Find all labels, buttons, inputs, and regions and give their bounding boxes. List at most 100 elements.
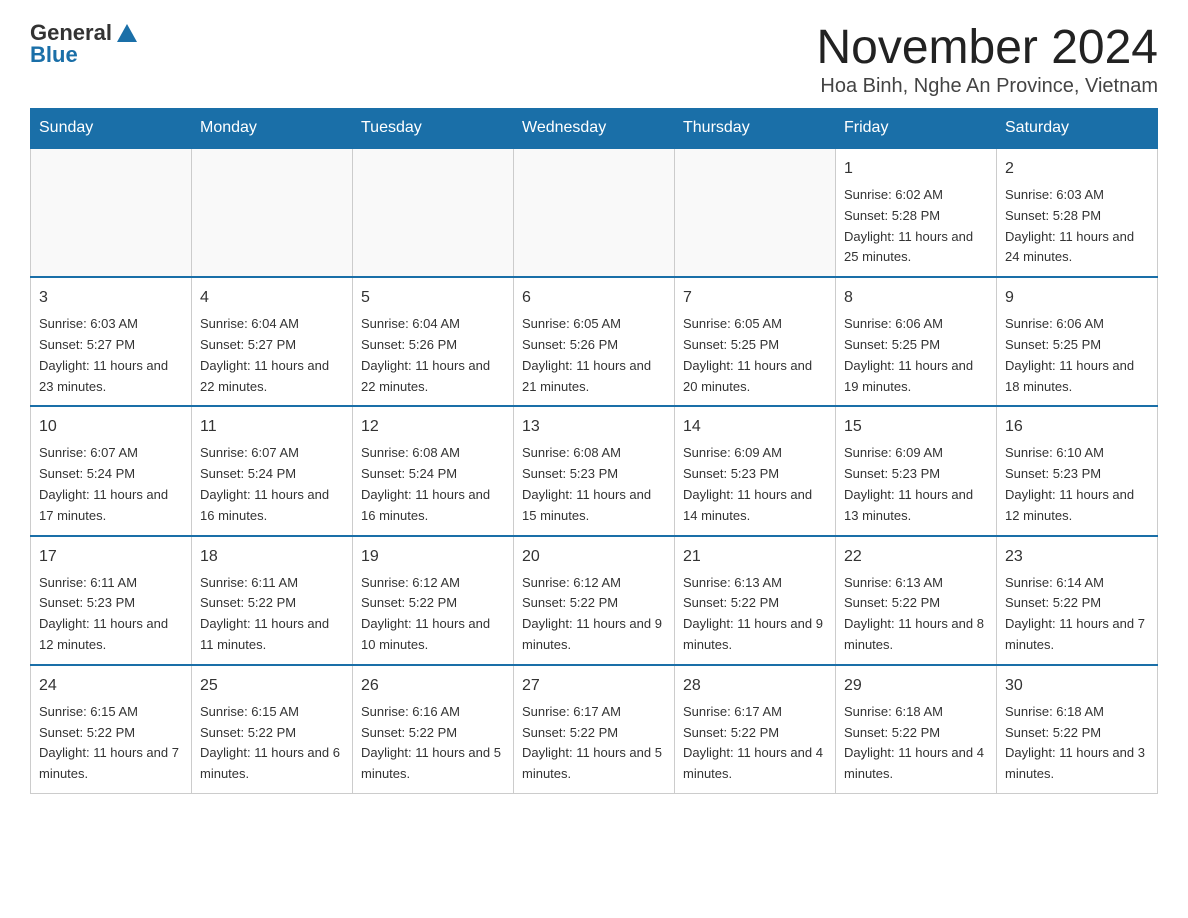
calendar-cell: 14Sunrise: 6:09 AMSunset: 5:23 PMDayligh… [675, 406, 836, 535]
day-number: 18 [200, 545, 344, 569]
day-number: 24 [39, 674, 183, 698]
calendar-cell: 16 Sunrise: 6:10 AMSunset: 5:23 PMDayligh… [997, 406, 1158, 535]
calendar-cell: 25 Sunrise: 6:15 AMSunset: 5:22 PMDayligh… [192, 665, 353, 794]
day-info: Sunrise: 6:02 AMSunset: 5:28 PMDaylight:… [844, 185, 988, 268]
day-of-week-header: Sunday [31, 109, 192, 149]
day-info: Sunrise: 6:07 AMSunset: 5:24 PMDaylight:… [39, 443, 183, 526]
day-info: Sunrise: 6:13 AMSunset: 5:22 PMDaylight:… [683, 573, 827, 656]
day-info: Sunrise: 6:12 AMSunset: 5:22 PMDaylight:… [522, 573, 666, 656]
day-number: 29 [844, 674, 988, 698]
calendar-body: 1 Sunrise: 6:02 AMSunset: 5:28 PMDaylight… [31, 148, 1158, 793]
calendar-cell: 1 Sunrise: 6:02 AMSunset: 5:28 PMDaylight… [836, 148, 997, 277]
calendar-week-row: 17Sunrise: 6:11 AMSunset: 5:23 PMDayligh… [31, 536, 1158, 665]
day-of-week-header: Thursday [675, 109, 836, 149]
calendar-cell: 10 Sunrise: 6:07 AMSunset: 5:24 PMDayligh… [31, 406, 192, 535]
day-number: 17 [39, 545, 183, 569]
day-number: 10 [39, 415, 183, 439]
day-info: Sunrise: 6:12 AMSunset: 5:22 PMDaylight:… [361, 573, 505, 656]
day-number: 16 [1005, 415, 1149, 439]
day-info: Sunrise: 6:17 AMSunset: 5:22 PMDaylight:… [683, 702, 827, 785]
day-number: 6 [522, 286, 666, 310]
day-number: 11 [200, 415, 344, 439]
day-info: Sunrise: 6:10 AMSunset: 5:23 PMDaylight:… [1005, 443, 1149, 526]
location-text: Hoa Binh, Nghe An Province, Vietnam [816, 75, 1158, 98]
calendar-cell: 28 Sunrise: 6:17 AMSunset: 5:22 PMDayligh… [675, 665, 836, 794]
calendar-week-row: 1 Sunrise: 6:02 AMSunset: 5:28 PMDaylight… [31, 148, 1158, 277]
day-number: 8 [844, 286, 988, 310]
day-number: 2 [1005, 157, 1149, 181]
day-info: Sunrise: 6:07 AMSunset: 5:24 PMDaylight:… [200, 443, 344, 526]
day-info: Sunrise: 6:09 AMSunset: 5:23 PMDaylight:… [683, 443, 827, 526]
day-info: Sunrise: 6:06 AMSunset: 5:25 PMDaylight:… [844, 314, 988, 397]
day-number: 28 [683, 674, 827, 698]
calendar-cell: 26Sunrise: 6:16 AMSunset: 5:22 PMDayligh… [353, 665, 514, 794]
calendar-cell: 13 Sunrise: 6:08 AMSunset: 5:23 PMDayligh… [514, 406, 675, 535]
calendar-cell: 29 Sunrise: 6:18 AMSunset: 5:22 PMDayligh… [836, 665, 997, 794]
day-info: Sunrise: 6:03 AMSunset: 5:28 PMDaylight:… [1005, 185, 1149, 268]
day-number: 13 [522, 415, 666, 439]
day-number: 5 [361, 286, 505, 310]
day-number: 21 [683, 545, 827, 569]
day-number: 25 [200, 674, 344, 698]
day-number: 23 [1005, 545, 1149, 569]
day-number: 9 [1005, 286, 1149, 310]
calendar-cell: 18Sunrise: 6:11 AMSunset: 5:22 PMDayligh… [192, 536, 353, 665]
day-info: Sunrise: 6:03 AMSunset: 5:27 PMDaylight:… [39, 314, 183, 397]
day-info: Sunrise: 6:15 AMSunset: 5:22 PMDaylight:… [200, 702, 344, 785]
day-number: 22 [844, 545, 988, 569]
calendar-cell: 11 Sunrise: 6:07 AMSunset: 5:24 PMDayligh… [192, 406, 353, 535]
day-info: Sunrise: 6:05 AMSunset: 5:26 PMDaylight:… [522, 314, 666, 397]
calendar-cell: 12 Sunrise: 6:08 AMSunset: 5:24 PMDayligh… [353, 406, 514, 535]
calendar-cell: 20 Sunrise: 6:12 AMSunset: 5:22 PMDayligh… [514, 536, 675, 665]
day-info: Sunrise: 6:13 AMSunset: 5:22 PMDaylight:… [844, 573, 988, 656]
calendar-cell [192, 148, 353, 277]
calendar-table: SundayMondayTuesdayWednesdayThursdayFrid… [30, 108, 1158, 794]
calendar-cell: 7 Sunrise: 6:05 AMSunset: 5:25 PMDaylight… [675, 277, 836, 406]
day-info: Sunrise: 6:05 AMSunset: 5:25 PMDaylight:… [683, 314, 827, 397]
day-info: Sunrise: 6:08 AMSunset: 5:23 PMDaylight:… [522, 443, 666, 526]
day-info: Sunrise: 6:18 AMSunset: 5:22 PMDaylight:… [1005, 702, 1149, 785]
calendar-cell: 19Sunrise: 6:12 AMSunset: 5:22 PMDayligh… [353, 536, 514, 665]
logo-triangle-icon [117, 24, 137, 42]
calendar-cell [514, 148, 675, 277]
day-of-week-header: Saturday [997, 109, 1158, 149]
day-number: 30 [1005, 674, 1149, 698]
calendar-week-row: 24 Sunrise: 6:15 AMSunset: 5:22 PMDayligh… [31, 665, 1158, 794]
calendar-header: SundayMondayTuesdayWednesdayThursdayFrid… [31, 109, 1158, 149]
day-info: Sunrise: 6:14 AMSunset: 5:22 PMDaylight:… [1005, 573, 1149, 656]
day-number: 15 [844, 415, 988, 439]
calendar-cell: 24 Sunrise: 6:15 AMSunset: 5:22 PMDayligh… [31, 665, 192, 794]
day-of-week-header: Monday [192, 109, 353, 149]
calendar-week-row: 10 Sunrise: 6:07 AMSunset: 5:24 PMDayligh… [31, 406, 1158, 535]
day-info: Sunrise: 6:15 AMSunset: 5:22 PMDaylight:… [39, 702, 183, 785]
title-section: November 2024 Hoa Binh, Nghe An Province… [816, 20, 1158, 98]
day-number: 12 [361, 415, 505, 439]
day-number: 7 [683, 286, 827, 310]
calendar-cell: 22 Sunrise: 6:13 AMSunset: 5:22 PMDayligh… [836, 536, 997, 665]
calendar-cell: 4Sunrise: 6:04 AMSunset: 5:27 PMDaylight… [192, 277, 353, 406]
day-number: 27 [522, 674, 666, 698]
calendar-week-row: 3Sunrise: 6:03 AMSunset: 5:27 PMDaylight… [31, 277, 1158, 406]
day-number: 4 [200, 286, 344, 310]
page-header: General Blue November 2024 Hoa Binh, Ngh… [30, 20, 1158, 98]
day-info: Sunrise: 6:09 AMSunset: 5:23 PMDaylight:… [844, 443, 988, 526]
day-info: Sunrise: 6:06 AMSunset: 5:25 PMDaylight:… [1005, 314, 1149, 397]
day-number: 20 [522, 545, 666, 569]
calendar-cell: 6 Sunrise: 6:05 AMSunset: 5:26 PMDaylight… [514, 277, 675, 406]
day-info: Sunrise: 6:18 AMSunset: 5:22 PMDaylight:… [844, 702, 988, 785]
logo-blue-text: Blue [30, 42, 78, 68]
days-of-week-row: SundayMondayTuesdayWednesdayThursdayFrid… [31, 109, 1158, 149]
day-of-week-header: Wednesday [514, 109, 675, 149]
calendar-cell [675, 148, 836, 277]
month-title: November 2024 [816, 20, 1158, 75]
calendar-cell: 23 Sunrise: 6:14 AMSunset: 5:22 PMDayligh… [997, 536, 1158, 665]
calendar-cell: 30 Sunrise: 6:18 AMSunset: 5:22 PMDayligh… [997, 665, 1158, 794]
day-number: 1 [844, 157, 988, 181]
day-info: Sunrise: 6:17 AMSunset: 5:22 PMDaylight:… [522, 702, 666, 785]
calendar-cell [31, 148, 192, 277]
day-number: 26 [361, 674, 505, 698]
day-of-week-header: Tuesday [353, 109, 514, 149]
day-info: Sunrise: 6:08 AMSunset: 5:24 PMDaylight:… [361, 443, 505, 526]
calendar-cell: 21 Sunrise: 6:13 AMSunset: 5:22 PMDayligh… [675, 536, 836, 665]
calendar-cell: 27 Sunrise: 6:17 AMSunset: 5:22 PMDayligh… [514, 665, 675, 794]
